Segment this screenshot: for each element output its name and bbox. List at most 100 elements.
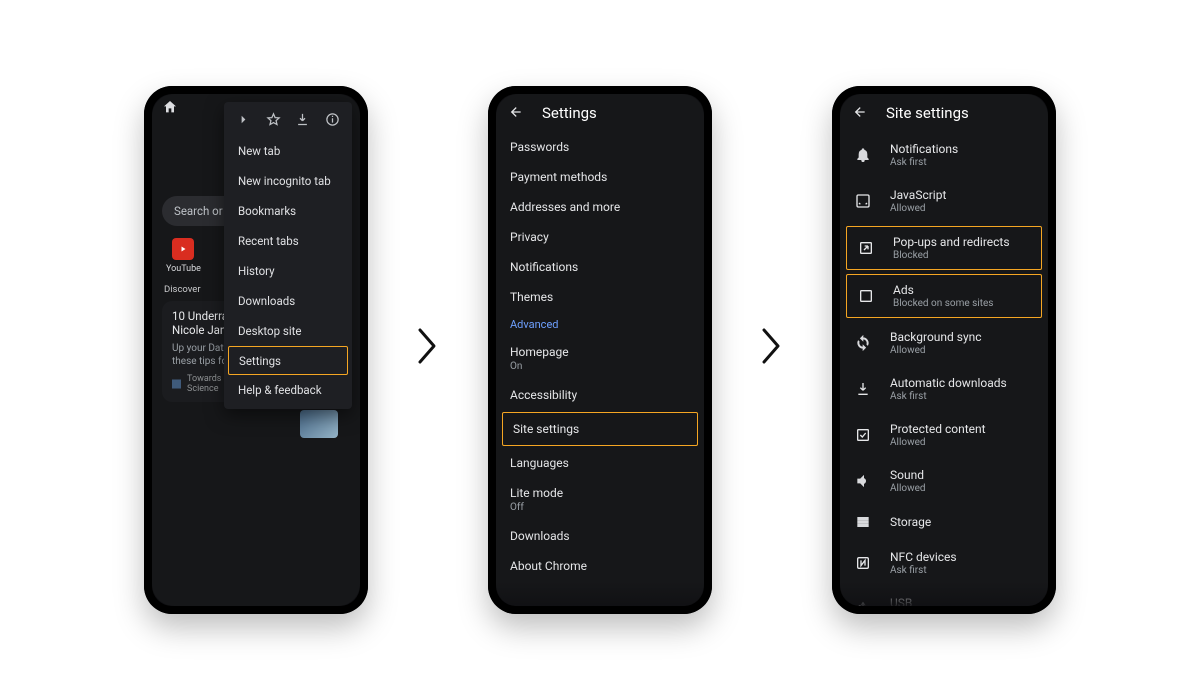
star-icon[interactable] <box>266 112 281 130</box>
js-icon <box>854 193 872 209</box>
site-setting-automatic-downloads[interactable]: Automatic downloadsAsk first <box>840 366 1048 412</box>
settings-item-lite-mode[interactable]: Lite mode Off <box>496 478 704 521</box>
list-item-label: Payment methods <box>510 170 607 184</box>
site-setting-nfc-devices[interactable]: NFC devicesAsk first <box>840 540 1048 586</box>
menu-item-bookmarks[interactable]: Bookmarks <box>224 196 352 226</box>
back-icon[interactable] <box>508 104 524 123</box>
list-item-label: Notifications <box>510 260 578 274</box>
list-item-sublabel: Ask first <box>890 565 957 576</box>
list-item-label: Site settings <box>513 422 579 436</box>
settings-item-passwords[interactable]: Passwords <box>496 132 704 162</box>
list-item-label: Downloads <box>510 529 570 543</box>
overflow-menu: New tabNew incognito tabBookmarksRecent … <box>224 102 352 409</box>
menu-item-help-feedback[interactable]: Help & feedback <box>224 375 352 405</box>
list-item-sublabel: Blocked on some sites <box>893 298 993 309</box>
ads-icon <box>857 288 875 304</box>
site-setting-notifications[interactable]: NotificationsAsk first <box>840 132 1048 178</box>
list-item-label: Protected content <box>890 422 986 436</box>
home-icon[interactable] <box>162 99 178 118</box>
list-item-sublabel: Ask first <box>890 391 1007 402</box>
list-item-label: Addresses and more <box>510 200 620 214</box>
sync-icon <box>854 335 872 351</box>
list-item-sublabel: Ask first <box>890 157 958 168</box>
site-setting-pop-ups-and-redirects[interactable]: Pop-ups and redirectsBlocked <box>846 226 1042 270</box>
list-item-label: Themes <box>510 290 553 304</box>
list-item-label: Ads <box>893 283 993 297</box>
bell-icon <box>854 147 872 163</box>
settings-item-privacy[interactable]: Privacy <box>496 222 704 252</box>
menu-item-history[interactable]: History <box>224 256 352 286</box>
forward-icon[interactable] <box>236 112 251 130</box>
phone-chrome-ntp: G Search or type w YouTube Fac Discover <box>144 86 368 614</box>
sound-icon <box>854 473 872 489</box>
appbar-title: Settings <box>542 104 597 122</box>
site-setting-background-sync[interactable]: Background syncAllowed <box>840 320 1048 366</box>
list-item-label: Background sync <box>890 330 982 344</box>
settings-item-accessibility[interactable]: Accessibility <box>496 380 704 410</box>
menu-item-new-incognito-tab[interactable]: New incognito tab <box>224 166 352 196</box>
site-setting-storage[interactable]: Storage <box>840 504 1048 540</box>
menu-item-desktop-site[interactable]: Desktop site <box>224 316 352 346</box>
list-item-sublabel: Allowed <box>890 345 982 356</box>
appbar-title: Site settings <box>886 104 969 122</box>
appbar: Site settings <box>840 94 1048 132</box>
settings-section-header: Advanced <box>496 312 704 337</box>
list-item-sublabel: Allowed <box>890 483 926 494</box>
settings-item-payment-methods[interactable]: Payment methods <box>496 162 704 192</box>
list-item-label: Languages <box>510 456 569 470</box>
list-item-sublabel: Blocked <box>893 250 1010 261</box>
list-item-label: Sound <box>890 468 926 482</box>
site-setting-ads[interactable]: AdsBlocked on some sites <box>846 274 1042 318</box>
download-icon[interactable] <box>295 112 310 130</box>
menu-item-settings[interactable]: Settings <box>228 346 348 375</box>
site-setting-javascript[interactable]: JavaScriptAllowed <box>840 178 1048 224</box>
menu-item-downloads[interactable]: Downloads <box>224 286 352 316</box>
back-icon[interactable] <box>852 104 868 123</box>
menu-item-recent-tabs[interactable]: Recent tabs <box>224 226 352 256</box>
list-item-label: About Chrome <box>510 559 587 573</box>
nfc-icon <box>854 555 872 571</box>
list-item-sublabel: On <box>510 361 690 372</box>
list-item-label: Storage <box>890 515 931 529</box>
list-item-label: NFC devices <box>890 550 957 564</box>
list-item-label: Passwords <box>510 140 569 154</box>
settings-item-notifications[interactable]: Notifications <box>496 252 704 282</box>
menu-item-new-tab[interactable]: New tab <box>224 136 352 166</box>
discover-card-thumbnail <box>300 410 338 438</box>
settings-item-languages[interactable]: Languages <box>496 448 704 478</box>
list-item-sublabel: Allowed <box>890 437 986 448</box>
list-item-label: Notifications <box>890 142 958 156</box>
info-icon[interactable] <box>325 112 340 130</box>
protect-icon <box>854 427 872 443</box>
settings-list: Passwords Payment methods Addresses and mo… <box>496 132 704 581</box>
popup-icon <box>857 240 875 256</box>
phone-chrome-settings: Settings Passwords Payment methods Address… <box>488 86 712 614</box>
phone-site-settings: Site settings NotificationsAsk firstJava… <box>832 86 1056 614</box>
settings-item-homepage[interactable]: Homepage On <box>496 337 704 380</box>
list-item-label: Privacy <box>510 230 549 244</box>
list-item-label: JavaScript <box>890 188 946 202</box>
list-item-label: Advanced <box>510 318 558 331</box>
step-arrow-icon <box>758 326 786 375</box>
settings-item-themes[interactable]: Themes <box>496 282 704 312</box>
tutorial-three-phones: G Search or type w YouTube Fac Discover <box>0 0 1200 700</box>
storage-icon <box>854 514 872 530</box>
list-item-sublabel: Allowed <box>890 203 946 214</box>
shortcut-label: YouTube <box>166 264 201 274</box>
settings-item-addresses-and-more[interactable]: Addresses and more <box>496 192 704 222</box>
shortcut-youtube[interactable]: YouTube <box>166 238 201 274</box>
settings-item-downloads[interactable]: Downloads <box>496 521 704 551</box>
list-item-label: Automatic downloads <box>890 376 1007 390</box>
step-arrow-icon <box>414 326 442 375</box>
site-setting-protected-content[interactable]: Protected contentAllowed <box>840 412 1048 458</box>
list-item-label: Lite mode <box>510 486 563 500</box>
site-setting-sound[interactable]: SoundAllowed <box>840 458 1048 504</box>
list-item-sublabel: Off <box>510 502 690 513</box>
list-item-label: Pop-ups and redirects <box>893 235 1010 249</box>
settings-item-about-chrome[interactable]: About Chrome <box>496 551 704 581</box>
appbar: Settings <box>496 94 704 132</box>
dl-icon <box>854 381 872 397</box>
settings-item-site-settings[interactable]: Site settings <box>502 412 698 446</box>
youtube-icon <box>172 238 194 260</box>
list-item-label: Homepage <box>510 345 569 359</box>
